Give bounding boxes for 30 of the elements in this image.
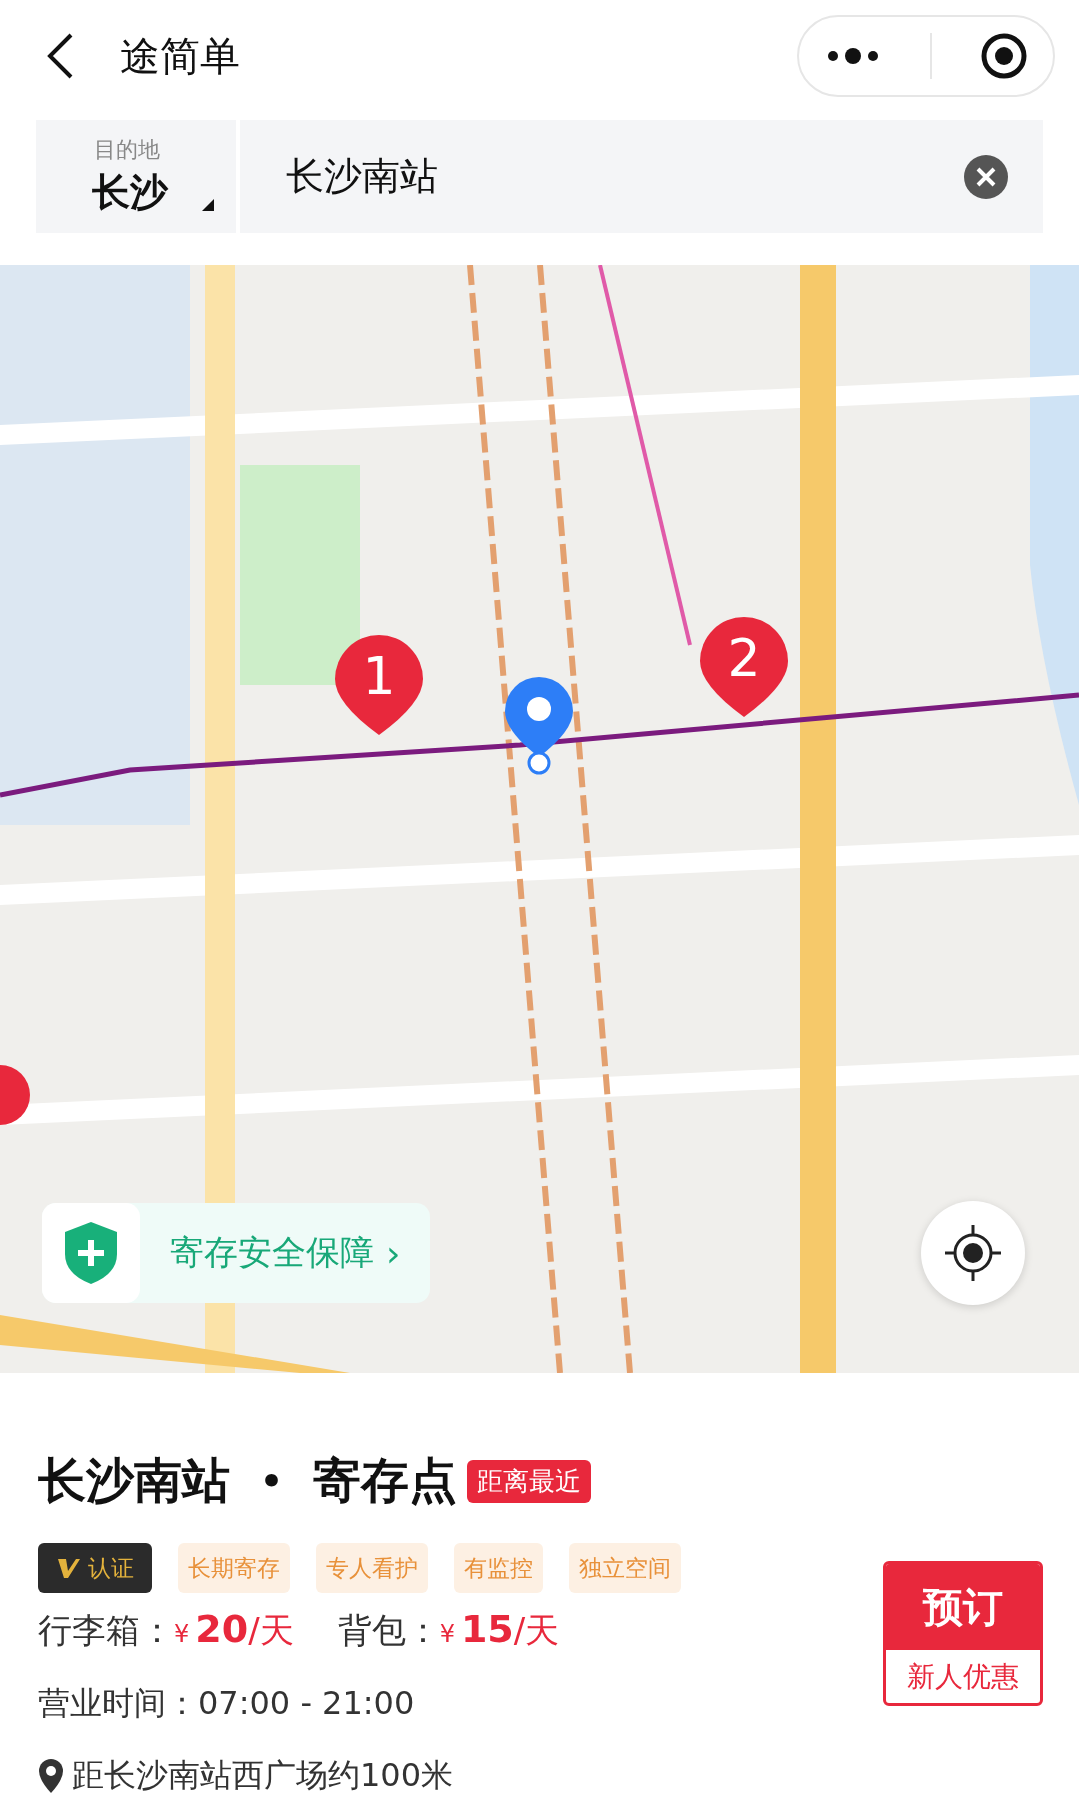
place-name: 长沙南站	[38, 1451, 230, 1510]
map-marker[interactable]: 2	[698, 615, 790, 719]
feature-tag: 有监控	[454, 1543, 543, 1593]
search-field[interactable]: 长沙南站	[240, 120, 1043, 233]
opening-hours: 营业时间：07:00 - 21:00	[38, 1683, 416, 1724]
v-icon	[56, 1557, 80, 1579]
clear-icon[interactable]	[964, 154, 1008, 199]
nearest-badge: 距离最近	[467, 1459, 591, 1503]
city-selector[interactable]: 目的地 长沙	[36, 120, 236, 233]
caret-icon	[202, 199, 214, 211]
verified-tag: 认证	[38, 1543, 152, 1593]
book-button[interactable]: 预订 新人优惠	[883, 1561, 1043, 1706]
separator-dot: •	[260, 1460, 283, 1502]
distance-text: 距长沙南站西广场约100米	[72, 1755, 454, 1796]
feature-tag: 长期寄存	[178, 1543, 290, 1593]
back-icon[interactable]	[45, 32, 75, 80]
price-label: 行李箱：	[38, 1609, 174, 1652]
price-value: ¥15/天	[439, 1607, 560, 1653]
price-label: 背包：	[337, 1609, 440, 1652]
feature-tag: 专人看护	[316, 1543, 428, 1593]
safety-banner[interactable]: 寄存安全保障 ›	[42, 1203, 430, 1303]
locate-icon	[943, 1223, 1003, 1283]
price-value: ¥20/天	[174, 1607, 294, 1653]
map-marker[interactable]: 1	[333, 633, 425, 737]
place-type: 寄存点	[313, 1451, 457, 1510]
location-pin-icon	[503, 675, 575, 775]
feature-tag: 独立空间	[569, 1543, 681, 1593]
page-title: 途简单	[120, 31, 240, 81]
shield-plus-icon	[63, 1220, 119, 1286]
location-icon	[38, 1758, 64, 1794]
